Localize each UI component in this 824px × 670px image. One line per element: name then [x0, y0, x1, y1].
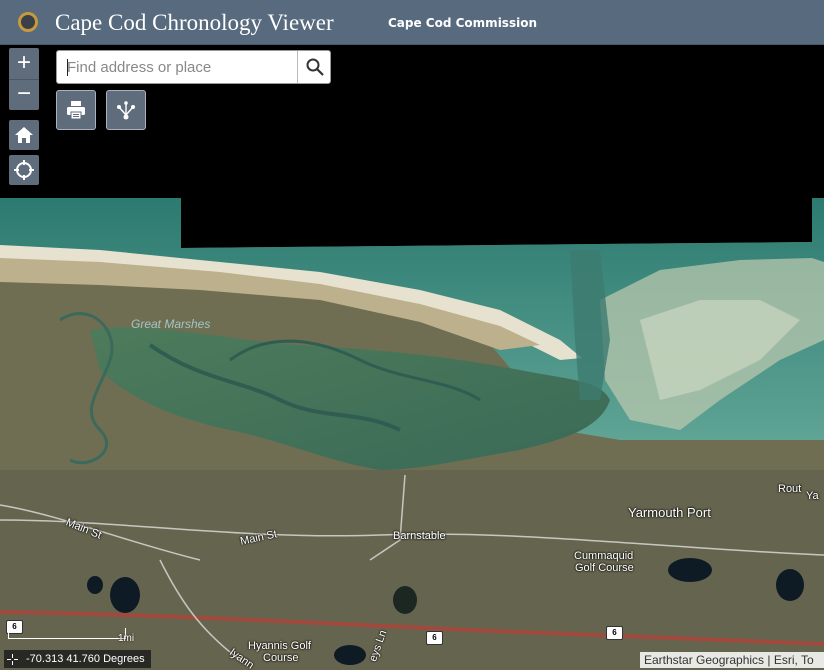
- scale-bar-label: 1mi: [118, 633, 135, 644]
- scale-bar: [8, 628, 126, 639]
- coordinate-mode-button[interactable]: [4, 650, 20, 668]
- locate-button[interactable]: [9, 155, 39, 185]
- map-label-route: Rout: [778, 483, 802, 495]
- search-icon: [306, 58, 324, 76]
- route-6-shield: 6: [426, 631, 443, 645]
- zoom-in-button[interactable]: +: [9, 48, 39, 80]
- map-label-barnstable: Barnstable: [393, 530, 446, 542]
- app-logo-icon: [18, 12, 38, 32]
- share-button[interactable]: [106, 90, 146, 130]
- map-label-golf-course: Golf Course: [575, 562, 634, 574]
- coordinate-text: -70.313 41.760 Degrees: [26, 653, 145, 665]
- map-label-great-marshes: Great Marshes: [131, 317, 211, 331]
- text-cursor: [67, 59, 68, 76]
- zoom-out-button[interactable]: −: [9, 79, 39, 110]
- home-icon: [15, 127, 33, 143]
- map-label-cummaquid: Cummaquid: [574, 550, 634, 562]
- search-input[interactable]: [65, 56, 297, 78]
- map-label-hyannis-course: Course: [263, 652, 299, 664]
- map-attribution[interactable]: Earthstar Geographics | Esri, To: [640, 652, 824, 668]
- map-label-yarmouth-port: Yarmouth Port: [628, 505, 711, 520]
- home-button[interactable]: [9, 120, 39, 150]
- locate-icon: [14, 160, 34, 180]
- map-label-hyannis-golf: Hyannis Golf: [248, 640, 311, 652]
- map-label-route-suffix: Ya: [806, 490, 819, 502]
- app-header: Cape Cod Chronology Viewer Cape Cod Comm…: [0, 0, 824, 45]
- search-widget: [56, 50, 331, 84]
- app-subtitle: Cape Cod Commission: [388, 16, 537, 30]
- crosshair-icon: [6, 653, 18, 665]
- map-view[interactable]: Great Marshes Main St Main St Barnstable…: [0, 45, 824, 670]
- print-button[interactable]: [56, 90, 96, 130]
- share-icon: [117, 101, 135, 120]
- zoom-control: + −: [9, 48, 39, 110]
- aerial-imagery: [0, 45, 824, 670]
- printer-icon: [67, 101, 85, 120]
- app-title: Cape Cod Chronology Viewer: [55, 10, 334, 35]
- route-6-shield: 6: [606, 626, 623, 640]
- coordinate-display: -70.313 41.760 Degrees: [4, 650, 151, 668]
- search-button[interactable]: [298, 51, 330, 83]
